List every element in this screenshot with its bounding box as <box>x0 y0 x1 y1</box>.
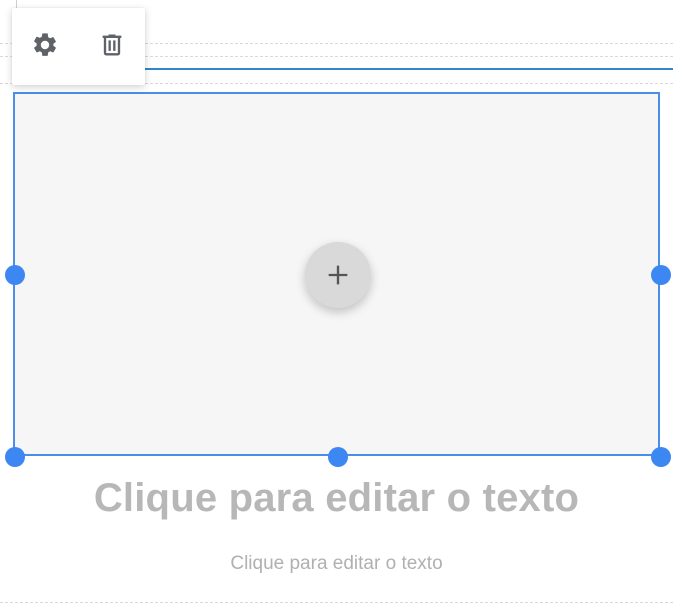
add-media-button[interactable] <box>305 242 371 308</box>
trash-icon <box>102 34 122 56</box>
settings-button[interactable] <box>28 28 62 62</box>
editor-canvas: Clique para editar o texto Clique para e… <box>0 0 673 613</box>
resize-handle-left[interactable] <box>5 265 25 285</box>
gear-icon <box>34 33 56 56</box>
element-toolbar <box>12 8 145 85</box>
resize-handle-bottom-left[interactable] <box>5 447 25 467</box>
resize-handle-right[interactable] <box>651 265 671 285</box>
layout-guide-line <box>16 0 17 8</box>
resize-handle-bottom[interactable] <box>328 447 348 467</box>
selected-section-line <box>145 68 673 70</box>
resize-handle-bottom-right[interactable] <box>651 447 671 467</box>
editable-body-text[interactable]: Clique para editar o texto <box>0 552 673 576</box>
delete-button[interactable] <box>95 28 129 62</box>
dashed-guide <box>0 602 673 603</box>
editable-title-text[interactable]: Clique para editar o texto <box>0 474 673 522</box>
plus-icon <box>328 265 348 285</box>
